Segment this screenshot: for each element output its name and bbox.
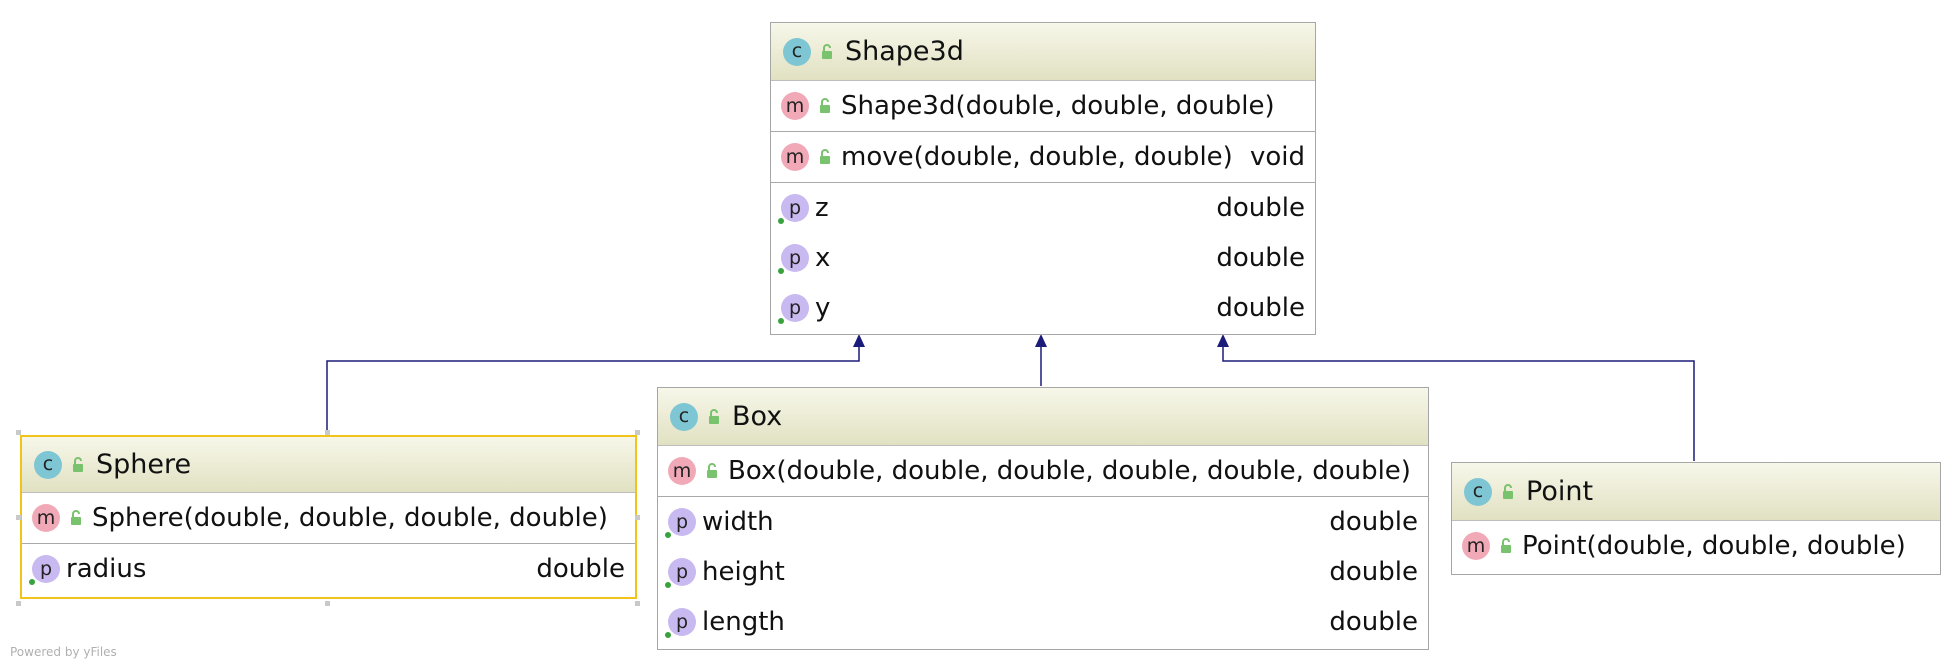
property-icon: p	[778, 294, 809, 324]
field-type: double	[536, 554, 625, 584]
method-icon: m	[32, 504, 60, 532]
fields-section: p radius double	[22, 544, 635, 594]
class-point[interactable]: c Point m Point(double, double, double)	[1451, 462, 1941, 575]
member-row[interactable]: m Point(double, double, double)	[1452, 521, 1940, 571]
selection-handle[interactable]	[325, 601, 330, 606]
fields-section: p z double p x double p y double	[771, 183, 1315, 333]
class-header: c Box	[658, 388, 1428, 446]
constructors-section: m Box(double, double, double, double, do…	[658, 446, 1428, 497]
field-type: double	[1329, 557, 1418, 587]
field-name: height	[702, 557, 785, 587]
property-icon: p	[665, 508, 696, 538]
fields-section: p width double p height double p length …	[658, 497, 1428, 647]
field-name: width	[702, 507, 774, 537]
selection-handle[interactable]	[16, 430, 21, 435]
member-name: Shape3d(double, double, double)	[841, 91, 1275, 121]
constructors-section: m Sphere(double, double, double, double)	[22, 493, 635, 544]
class-title: Shape3d	[845, 36, 964, 67]
public-lock-icon	[709, 408, 719, 424]
field-type: double	[1216, 243, 1305, 273]
constructors-section: m Shape3d(double, double, double)	[771, 81, 1315, 132]
field-type: double	[1216, 193, 1305, 223]
class-title: Box	[732, 401, 783, 432]
field-row[interactable]: p y double	[771, 283, 1315, 333]
field-row[interactable]: p radius double	[22, 544, 635, 594]
selection-handle[interactable]	[635, 430, 640, 435]
method-icon: m	[1462, 532, 1490, 560]
method-icon: m	[781, 92, 809, 120]
class-header: c Shape3d	[771, 23, 1315, 81]
field-row[interactable]: p width double	[658, 497, 1428, 547]
member-name: Point(double, double, double)	[1522, 531, 1906, 561]
field-row[interactable]: p length double	[658, 597, 1428, 647]
class-box[interactable]: c Box m Box(double, double, double, doub…	[657, 387, 1429, 650]
selection-handle[interactable]	[635, 515, 640, 520]
public-lock-icon	[1503, 483, 1513, 499]
property-icon: p	[665, 608, 696, 638]
member-row[interactable]: m Shape3d(double, double, double)	[771, 81, 1315, 131]
field-row[interactable]: p z double	[771, 183, 1315, 233]
member-type: void	[1249, 142, 1305, 172]
member-name: move(double, double, double)	[841, 142, 1233, 172]
selection-handle[interactable]	[16, 601, 21, 606]
selection-handle[interactable]	[325, 430, 330, 435]
methods-section: m move(double, double, double) void	[771, 132, 1315, 183]
public-lock-icon	[73, 456, 83, 472]
watermark: Powered by yFiles	[10, 645, 117, 659]
member-row[interactable]: m move(double, double, double) void	[771, 132, 1315, 182]
method-icon: m	[781, 143, 809, 171]
constructors-section: m Point(double, double, double)	[1452, 521, 1940, 571]
member-name: Box(double, double, double, double, doub…	[728, 456, 1411, 486]
property-icon: p	[778, 194, 809, 224]
field-type: double	[1329, 607, 1418, 637]
selection-handle[interactable]	[16, 515, 21, 520]
class-sphere[interactable]: c Sphere m Sphere(double, double, double…	[20, 435, 637, 599]
public-lock-icon	[820, 98, 830, 113]
class-shape3d[interactable]: c Shape3d m Shape3d(double, double, doub…	[770, 22, 1316, 335]
sphere-edge-arrowhead	[853, 334, 865, 347]
class-icon: c	[783, 37, 811, 66]
field-name: z	[815, 193, 829, 223]
class-header: c Sphere	[22, 437, 635, 493]
property-icon: p	[29, 555, 60, 585]
public-lock-icon	[707, 463, 717, 478]
property-icon: p	[665, 558, 696, 588]
public-lock-icon	[71, 510, 81, 525]
point-edge-arrowhead	[1217, 334, 1229, 347]
public-lock-icon	[1501, 538, 1511, 553]
field-type: double	[1329, 507, 1418, 537]
field-name: x	[815, 243, 831, 273]
class-title: Point	[1526, 476, 1594, 507]
class-icon: c	[1464, 477, 1492, 506]
field-name: length	[702, 607, 785, 637]
method-icon: m	[668, 457, 696, 485]
field-type: double	[1216, 293, 1305, 323]
field-row[interactable]: p height double	[658, 547, 1428, 597]
member-name: Sphere(double, double, double, double)	[92, 503, 608, 533]
selection-handle[interactable]	[635, 601, 640, 606]
public-lock-icon	[822, 43, 832, 59]
class-title: Sphere	[96, 449, 192, 480]
class-icon: c	[670, 402, 698, 431]
field-name: radius	[66, 554, 147, 584]
class-icon: c	[34, 450, 62, 479]
field-name: y	[815, 293, 831, 323]
field-row[interactable]: p x double	[771, 233, 1315, 283]
class-header: c Point	[1452, 463, 1940, 521]
member-row[interactable]: m Sphere(double, double, double, double)	[22, 493, 635, 543]
box-edge-arrowhead	[1035, 334, 1047, 347]
property-icon: p	[778, 244, 809, 274]
member-row[interactable]: m Box(double, double, double, double, do…	[658, 446, 1428, 496]
public-lock-icon	[820, 149, 830, 164]
